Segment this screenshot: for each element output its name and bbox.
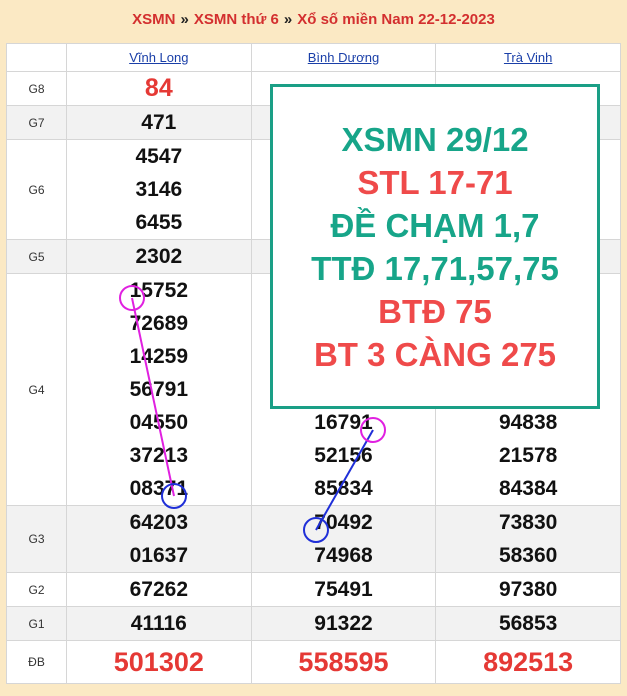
column-header-tra-vinh[interactable]: Trà Vinh <box>435 43 621 72</box>
prize-label-g6: G6 <box>6 139 67 240</box>
cell-vinh-long-g5: 2302 <box>66 239 252 274</box>
prize-number: 84384 <box>498 477 558 500</box>
table-row: ĐB 501302 558595 892513 <box>6 640 621 684</box>
breadcrumb-current-link[interactable]: Xổ số miền Nam 22-12-2023 <box>297 11 495 28</box>
prize-number: 2302 <box>135 245 183 268</box>
overlay-line-de-cham: ĐỀ CHẠM 1,7 <box>330 206 540 244</box>
prize-number: 14259 <box>129 345 189 368</box>
jackpot-number: 892513 <box>483 647 574 677</box>
cell-binh-duong-g3: 70492 74968 <box>250 505 437 573</box>
cell-vinh-long-g2: 67262 <box>66 572 252 607</box>
prize-number: 72689 <box>129 312 189 335</box>
prize-number: 94838 <box>498 411 558 434</box>
prize-number: 04550 <box>129 411 189 434</box>
cell-binh-duong-g2: 75491 <box>250 572 437 607</box>
prize-label-g1: G1 <box>6 606 67 641</box>
cell-tra-vinh-g3: 73830 58360 <box>435 505 621 573</box>
prize-label-g4: G4 <box>6 273 67 506</box>
jackpot-number: 558595 <box>298 647 389 677</box>
breadcrumb-separator: » <box>180 10 189 28</box>
prize-number: 73830 <box>498 511 558 534</box>
cell-vinh-long-g6: 4547 3146 6455 <box>66 139 252 240</box>
table-row: G1 41116 91322 56853 <box>6 606 621 641</box>
prize-number: 15752 <box>129 279 189 302</box>
prize-number: 08371 <box>129 477 189 500</box>
breadcrumb-separator: » <box>283 10 293 28</box>
cell-vinh-long-db: 501302 <box>66 640 252 684</box>
prize-number: 37213 <box>129 444 189 467</box>
prize-number: 56791 <box>129 378 189 401</box>
cell-tra-vinh-g1: 56853 <box>435 606 621 641</box>
prize-number: 91322 <box>314 612 373 635</box>
prize-number: 67262 <box>129 578 189 601</box>
breadcrumb: XSMN » XSMN thứ 6 » Xổ số miền Nam 22-12… <box>0 0 627 38</box>
overlay-line-bt3: BT 3 CÀNG 275 <box>313 335 557 373</box>
prize-number: 85834 <box>314 477 373 500</box>
prize-label-g8: G8 <box>6 71 67 106</box>
prize-number: 16791 <box>314 411 373 434</box>
prize-number: 58360 <box>498 544 558 567</box>
overlay-title: XSMN 29/12 <box>341 120 529 158</box>
prize-number: 01637 <box>129 544 189 567</box>
prize-number: 70492 <box>314 511 373 534</box>
overlay-line-ttd: TTĐ 17,71,57,75 <box>311 249 559 287</box>
cell-vinh-long-g1: 41116 <box>66 606 252 641</box>
column-header-binh-duong[interactable]: Bình Dương <box>250 43 437 72</box>
cell-tra-vinh-db: 892513 <box>435 640 621 684</box>
table-row: G2 67262 75491 97380 <box>6 572 621 607</box>
table-header-row: Vĩnh Long Bình Dương Trà Vinh <box>6 43 621 72</box>
prize-number: 52156 <box>314 444 373 467</box>
table-row: G3 64203 01637 70492 74968 73830 58360 <box>6 505 621 573</box>
prize-label-g5: G5 <box>6 239 67 274</box>
prize-number: 21578 <box>498 444 558 467</box>
cell-vinh-long-g3: 64203 01637 <box>66 505 252 573</box>
prize-number: 74968 <box>314 544 373 567</box>
prize-label-g7: G7 <box>6 105 67 140</box>
prize-number: 64203 <box>129 511 189 534</box>
prize-number: 56853 <box>498 612 558 635</box>
overlay-line-stl: STL 17-71 <box>357 163 513 201</box>
column-header-vinh-long[interactable]: Vĩnh Long <box>66 43 252 72</box>
cell-vinh-long-g4: 15752 72689 14259 56791 04550 37213 0837… <box>66 273 252 506</box>
overlay-line-btd: BTĐ 75 <box>378 292 492 330</box>
cell-vinh-long-g8: 84 <box>66 71 252 106</box>
corner-cell <box>6 43 67 72</box>
prize-label-g3: G3 <box>6 505 67 573</box>
prize-label-db: ĐB <box>6 640 67 684</box>
breadcrumb-weekday-link[interactable]: XSMN thứ 6 <box>194 11 279 28</box>
prize-number: 41116 <box>130 612 187 635</box>
prize-label-g2: G2 <box>6 572 67 607</box>
cell-binh-duong-g1: 91322 <box>250 606 437 641</box>
breadcrumb-home-link[interactable]: XSMN <box>132 11 175 28</box>
prize-number: 75491 <box>314 578 373 601</box>
prize-number: 6455 <box>135 211 183 234</box>
prize-number: 84 <box>144 74 173 102</box>
prize-number: 3146 <box>135 178 183 201</box>
prediction-overlay-box: XSMN 29/12 STL 17-71 ĐỀ CHẠM 1,7 TTĐ 17,… <box>270 84 600 409</box>
cell-tra-vinh-g2: 97380 <box>435 572 621 607</box>
cell-binh-duong-db: 558595 <box>250 640 437 684</box>
jackpot-number: 501302 <box>113 647 204 677</box>
cell-vinh-long-g7: 471 <box>66 105 252 140</box>
prize-number: 97380 <box>498 578 558 601</box>
prize-number: 471 <box>141 111 177 134</box>
prize-number: 4547 <box>135 145 183 168</box>
